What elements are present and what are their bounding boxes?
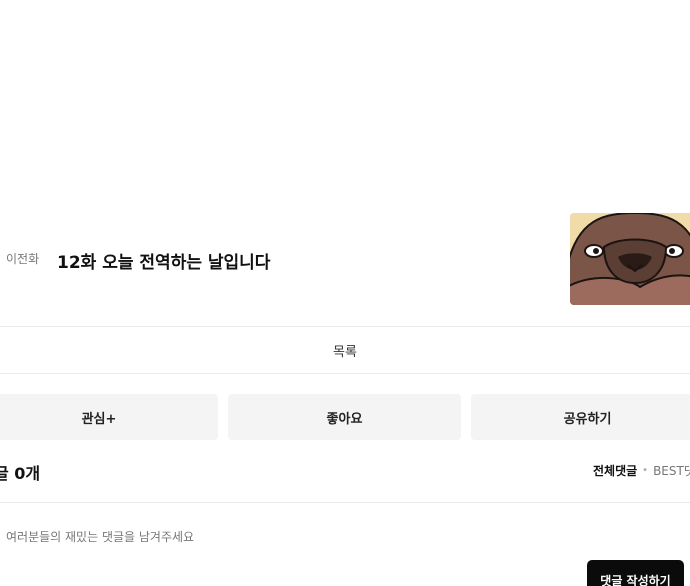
comment-filter: 전체댓글 • BEST댓 <box>593 462 690 479</box>
submit-comment-button[interactable]: 댓글 작성하기 <box>587 560 684 586</box>
filter-all-comments[interactable]: 전체댓글 <box>593 462 637 479</box>
character-illustration <box>570 213 690 305</box>
filter-best-comments[interactable]: BEST댓 <box>653 462 690 479</box>
episode-thumbnail[interactable] <box>570 213 690 305</box>
list-button[interactable]: 목록 <box>0 327 690 373</box>
episode-title: 12화 오늘 전역하는 날입니다 <box>57 253 271 273</box>
share-button[interactable]: 공유하기 <box>471 394 690 440</box>
comment-input[interactable]: 여러분들의 재밌는 댓글을 남겨주세요 <box>6 528 194 545</box>
episode-viewer-page: 이전화 12화 오늘 전역하는 날입니다 목록 관심+ 좋아요 공유하기 글 0… <box>0 0 690 586</box>
filter-separator: • <box>642 465 649 476</box>
interest-button[interactable]: 관심+ <box>0 394 218 440</box>
prev-episode-link[interactable]: 이전화 <box>6 250 39 267</box>
divider-bottom <box>0 373 690 374</box>
comment-count: 글 0개 <box>0 464 41 483</box>
like-button[interactable]: 좋아요 <box>228 394 461 440</box>
divider-comments <box>0 502 690 503</box>
